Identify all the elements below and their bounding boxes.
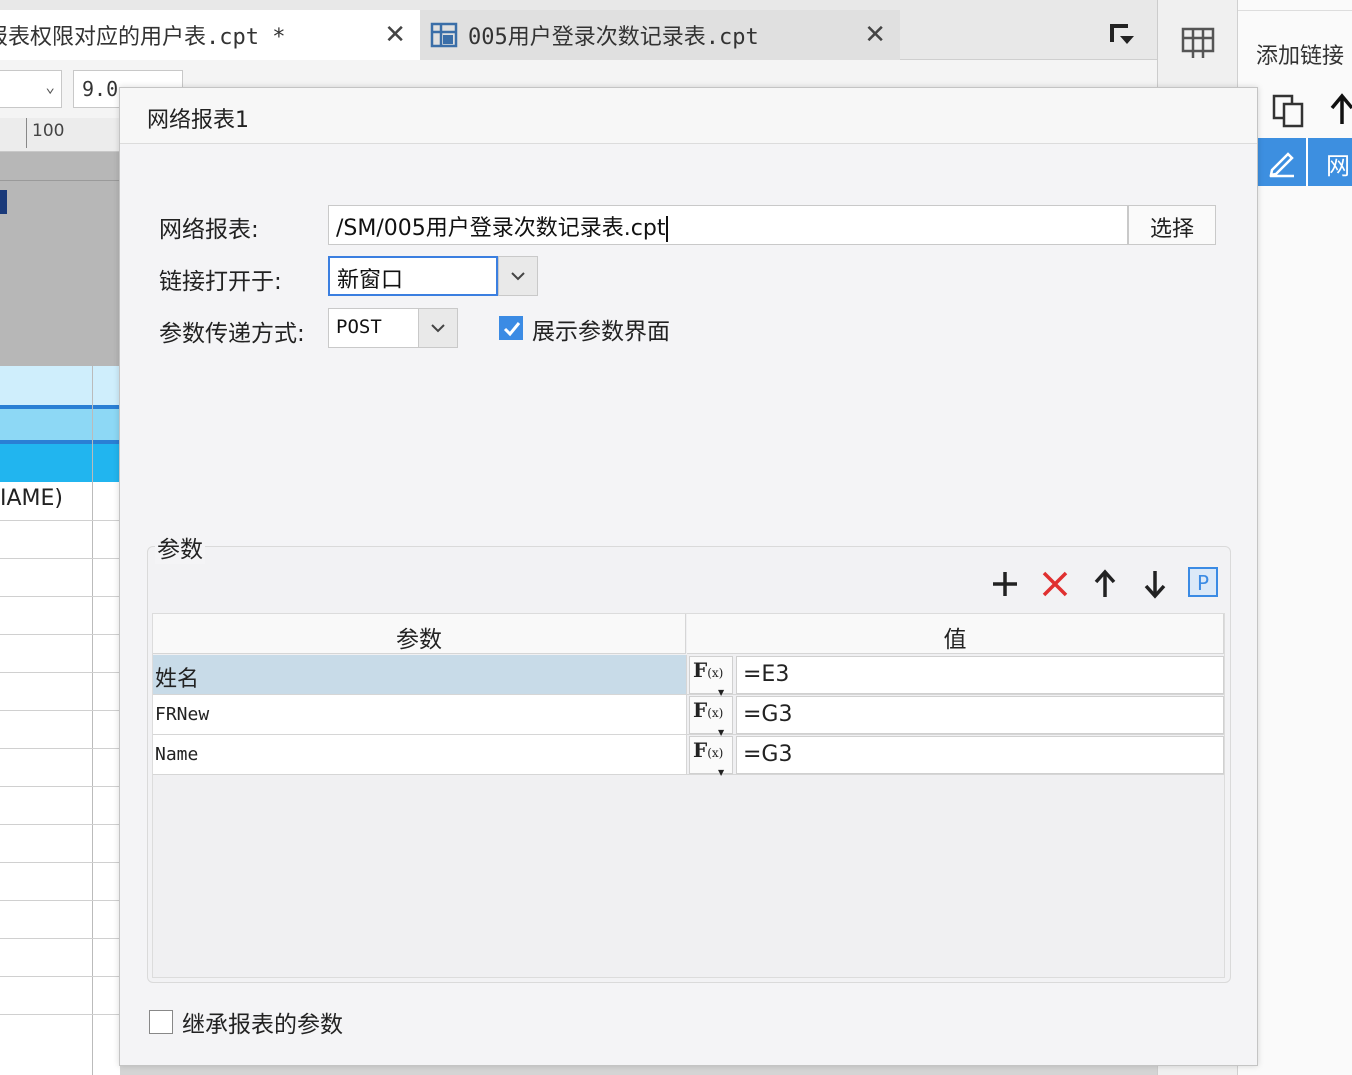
sheet-grid[interactable]: IAME) <box>0 366 120 1075</box>
panel-title: 添加链接 <box>1256 44 1345 69</box>
show-params-label: 展示参数界面 <box>532 319 670 345</box>
tab-login-count-report[interactable]: 005用户登录次数记录表.cpt ✕ <box>420 10 900 60</box>
network-report-dialog: 网络报表1 网络报表: /SM/005用户登录次数记录表.cpt 选择 链接打开… <box>119 87 1258 1066</box>
tab-bar: 报表权限对应的用户表.cpt * ✕ 005用户登录次数记录表.cpt ✕ <box>0 0 1157 60</box>
formula-button[interactable]: F(x) ▼ <box>689 696 733 737</box>
open-in-dropdown[interactable] <box>498 256 538 296</box>
inherit-params-checkbox[interactable] <box>149 1010 173 1034</box>
open-in-select[interactable]: 新窗口 <box>328 256 498 296</box>
fx-sub: (x) <box>707 706 724 720</box>
select-button[interactable]: 选择 <box>1128 205 1216 245</box>
dialog-header: 网络报表1 <box>120 88 1257 144</box>
font-family-select[interactable]: ⌄ <box>0 70 62 108</box>
arrow-up-icon[interactable] <box>1088 567 1122 601</box>
tab-label: 005用户登录次数记录表.cpt <box>468 25 759 50</box>
hyperlink-item[interactable]: 网 <box>1258 138 1352 186</box>
param-value-cell[interactable]: =G3 <box>736 696 1224 734</box>
ruler-mark: 100 <box>32 121 65 141</box>
params-table: 参数 值 姓名 F(x) ▼ =E3 FRNew F(x) ▼ =G3 Name F… <box>152 613 1225 978</box>
formula-button[interactable]: F(x) ▼ <box>689 736 733 777</box>
sheet-band <box>0 366 120 406</box>
arrow-up-icon[interactable] <box>1324 90 1352 130</box>
edit-pencil-icon[interactable] <box>1266 146 1298 178</box>
tab-user-permission-report[interactable]: 报表权限对应的用户表.cpt * ✕ <box>0 10 420 60</box>
params-group-title: 参数 <box>155 530 205 564</box>
chevron-down-icon <box>431 324 445 333</box>
p-icon[interactable]: P <box>1188 567 1218 597</box>
report-path-value: /SM/005用户登录次数记录表.cpt <box>336 216 666 241</box>
fx-sub: (x) <box>707 746 724 760</box>
plus-icon[interactable] <box>988 567 1022 601</box>
column-header-param: 参数 <box>153 614 686 654</box>
chevron-down-icon: ⌄ <box>45 77 55 96</box>
show-params-checkbox[interactable] <box>499 316 523 340</box>
font-size-value: 9.0 <box>82 77 119 101</box>
dialog-title: 网络报表1 <box>147 108 249 133</box>
param-method-select[interactable]: POST <box>328 308 420 348</box>
fx-letter: F <box>693 738 708 762</box>
inherit-params-label: 继承报表的参数 <box>182 1012 343 1038</box>
open-in-value: 新窗口 <box>337 268 404 293</box>
hyperlink-item-label: 网 <box>1326 152 1350 180</box>
sheet-band-selected <box>0 444 120 482</box>
param-method-dropdown[interactable] <box>418 308 458 348</box>
param-name-cell[interactable]: FRNew <box>153 695 687 734</box>
column-header-value: 值 <box>687 614 1224 654</box>
fx-sub: (x) <box>707 666 724 680</box>
table-row[interactable]: FRNew F(x) ▼ =G3 <box>153 695 1224 737</box>
sheet-cell[interactable]: IAME) <box>0 486 63 511</box>
fx-letter: F <box>693 658 708 682</box>
table-row[interactable]: 姓名 F(x) ▼ =E3 <box>153 655 1224 697</box>
copy-icon[interactable] <box>1270 90 1310 130</box>
close-icon[interactable]: ✕ <box>384 20 406 50</box>
fx-letter: F <box>693 698 708 722</box>
close-icon[interactable]: ✕ <box>864 20 886 50</box>
arrow-down-icon[interactable] <box>1138 567 1172 601</box>
sheet-header-area <box>0 152 120 366</box>
param-value-cell[interactable]: =E3 <box>736 656 1224 694</box>
horizontal-ruler: 100 <box>0 118 120 152</box>
report-label: 网络报表: <box>159 217 259 243</box>
param-method-value: POST <box>336 316 382 338</box>
param-name-cell[interactable]: 姓名 <box>153 655 687 694</box>
open-in-label: 链接打开于: <box>159 269 282 295</box>
sheet-band <box>0 409 120 440</box>
tab-menu-icon[interactable] <box>1108 22 1136 48</box>
report-path-input[interactable]: /SM/005用户登录次数记录表.cpt <box>328 205 1128 245</box>
delete-icon[interactable] <box>1038 567 1072 601</box>
param-method-label: 参数传递方式: <box>159 321 305 347</box>
chevron-down-icon <box>511 272 525 281</box>
cell-attributes-icon[interactable] <box>1180 26 1216 60</box>
param-value-cell[interactable]: =G3 <box>736 736 1224 774</box>
table-row[interactable]: Name F(x) ▼ =G3 <box>153 735 1224 777</box>
report-grid-icon <box>430 22 458 48</box>
tab-label: 报表权限对应的用户表.cpt * <box>0 25 286 50</box>
formula-button[interactable]: F(x) ▼ <box>689 656 733 697</box>
param-name-cell[interactable]: Name <box>153 735 687 774</box>
checkmark-icon <box>503 322 521 337</box>
